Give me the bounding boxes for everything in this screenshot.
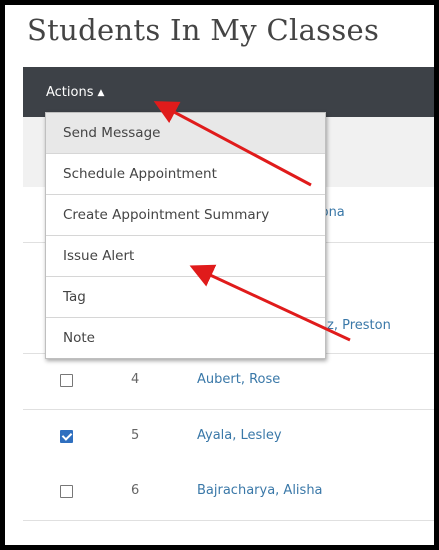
row-checkbox[interactable] [60,485,73,498]
table-row[interactable]: 5 Ayala, Lesley [23,410,434,466]
actions-dropdown-button[interactable]: Actions ▲ [46,85,104,100]
row-checkbox[interactable] [60,374,73,387]
caret-up-icon: ▲ [97,88,105,98]
page-title: Students In My Classes [27,13,380,47]
menu-item-issue-alert[interactable]: Issue Alert [46,236,325,277]
actions-toolbar: Actions ▲ [23,67,434,117]
table-row[interactable]: 6 Bajracharya, Alisha [23,465,434,521]
student-name-link[interactable]: Ayala, Lesley [197,428,282,443]
row-number: 6 [131,483,140,498]
menu-item-tag[interactable]: Tag [46,277,325,318]
student-name-link[interactable]: Aubert, Rose [197,372,280,387]
table-row[interactable]: 4 Aubert, Rose [23,354,434,410]
menu-item-note[interactable]: Note [46,318,325,358]
actions-label: Actions [46,85,94,100]
student-name-link-partial[interactable]: z, Preston [327,318,391,333]
menu-item-send-message[interactable]: Send Message [46,113,325,154]
row-checkbox-checked[interactable] [60,430,73,443]
screenshot-frame: Students In My Classes Actions ▲ iona z, … [0,0,439,550]
menu-item-create-appointment-summary[interactable]: Create Appointment Summary [46,195,325,236]
row-number: 4 [131,372,140,387]
row-number: 5 [131,428,140,443]
actions-menu: Send Message Schedule Appointment Create… [45,112,326,359]
student-name-link[interactable]: Bajracharya, Alisha [197,483,323,498]
menu-item-schedule-appointment[interactable]: Schedule Appointment [46,154,325,195]
